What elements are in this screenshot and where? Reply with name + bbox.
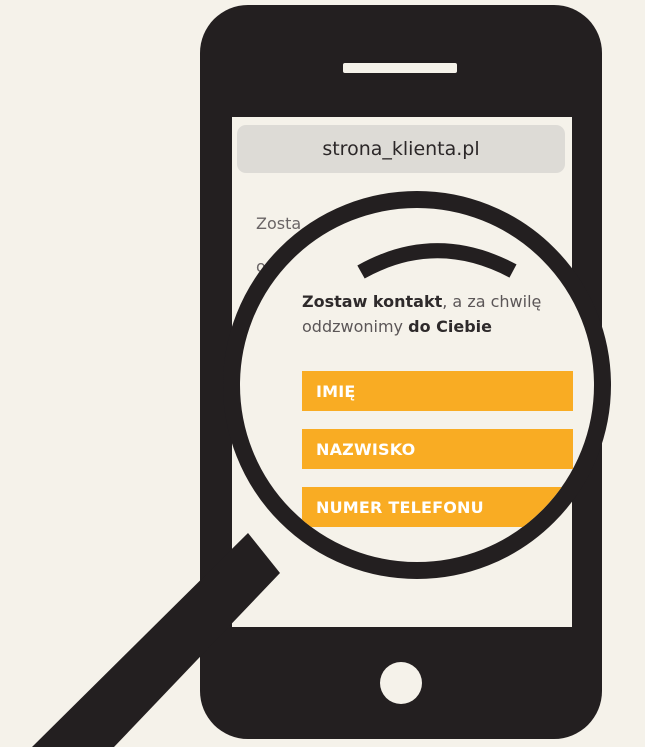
phone-number-label: NUMER TELEFONU	[316, 497, 484, 517]
contact-form-callout: Zostaw kontakt, a za chwilę oddzwonimy d…	[302, 289, 594, 339]
phone-number-field[interactable]: NUMER TELEFONU	[302, 487, 573, 527]
headline-bold: Zostaw kontakt	[302, 292, 443, 311]
form-subline: oddzwonimy do Ciebie	[302, 314, 594, 339]
illustration: strona_klienta.pl Zosta o Zostaw kontakt…	[0, 0, 645, 747]
last-name-field[interactable]: NAZWISKO	[302, 429, 573, 469]
form-headline: Zostaw kontakt, a za chwilę	[302, 289, 594, 314]
first-name-field[interactable]: IMIĘ	[302, 371, 573, 411]
first-name-label: IMIĘ	[316, 381, 356, 401]
last-name-label: NAZWISKO	[316, 439, 416, 459]
subline-bold: do Ciebie	[408, 317, 492, 336]
magnifying-glass-lens: Zostaw kontakt, a za chwilę oddzwonimy d…	[223, 191, 611, 579]
subline-normal: oddzwonimy	[302, 317, 409, 336]
headline-rest: , a za chwilę	[442, 292, 542, 311]
